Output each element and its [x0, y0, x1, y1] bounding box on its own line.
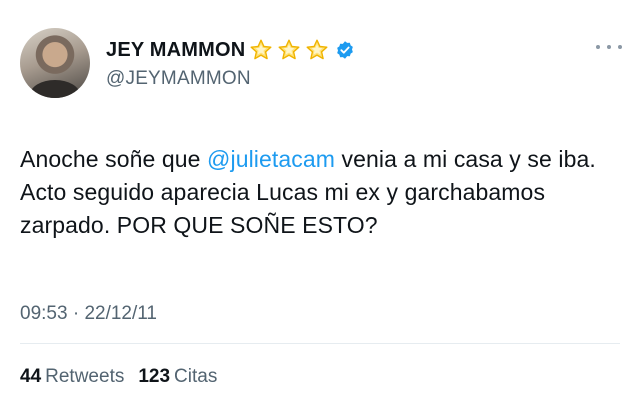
divider: [20, 343, 620, 344]
mention-link[interactable]: @julietacam: [207, 146, 335, 172]
tweet-card: JEY MAMMON @JEYMAMMON Anoche soñe que @j…: [0, 0, 640, 408]
quotes-label: Citas: [174, 366, 218, 387]
meta-separator: ·: [72, 303, 80, 324]
retweets-count: 44: [20, 366, 42, 387]
tweet-text-start: Anoche soñe que: [20, 146, 208, 172]
author-display-name[interactable]: JEY MAMMON: [106, 39, 245, 62]
tweet-text: Anoche soñe que @julietacam venia a mi c…: [20, 143, 630, 242]
quotes-count: 123: [138, 366, 171, 387]
dot: [596, 45, 600, 49]
tweet-timestamp[interactable]: 09:53 · 22/12/11: [20, 303, 157, 325]
verified-badge-icon: [337, 41, 354, 59]
more-options-icon[interactable]: [596, 40, 622, 54]
author-handle[interactable]: @JEYMAMMON: [106, 68, 251, 90]
avatar[interactable]: [20, 28, 90, 98]
dot: [618, 45, 622, 49]
retweets-stat[interactable]: 44 Retweets: [20, 366, 124, 388]
quotes-stat[interactable]: 123 Citas: [138, 366, 217, 388]
star-icon: [278, 39, 300, 60]
engagement-stats: 44 Retweets 123 Citas: [20, 366, 217, 388]
star-icon: [306, 39, 328, 60]
tweet-time: 09:53: [20, 303, 68, 324]
dot: [607, 45, 611, 49]
author-name-row: JEY MAMMON: [106, 36, 355, 64]
retweets-label: Retweets: [45, 366, 125, 387]
star-icon: [250, 39, 272, 60]
tweet-date: 22/12/11: [84, 303, 157, 324]
